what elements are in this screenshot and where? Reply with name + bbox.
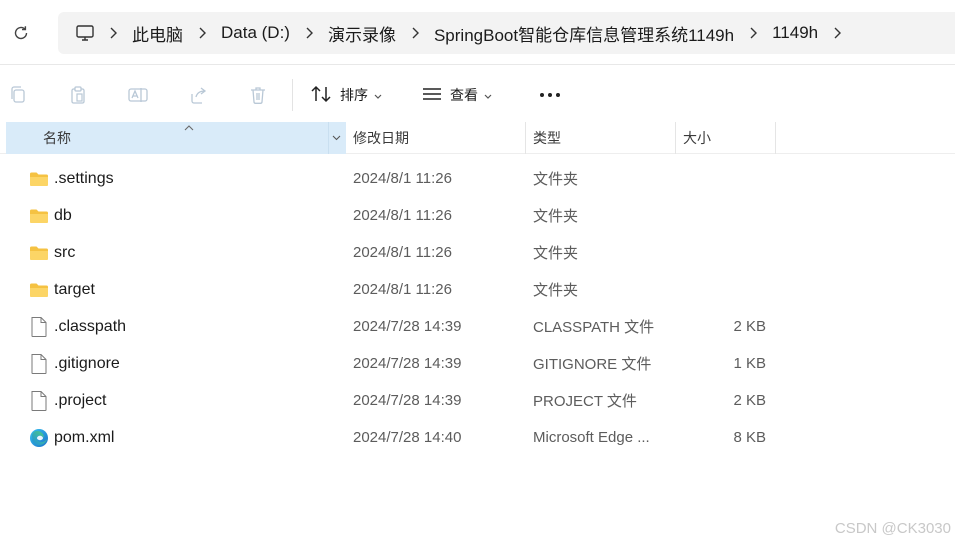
file-type: 文件夹: [533, 171, 579, 188]
column-header-type[interactable]: 类型: [533, 122, 561, 154]
chevron-right-icon[interactable]: [185, 23, 219, 43]
edge-icon: [28, 427, 50, 449]
address-bar[interactable]: 此电脑 Data (D:) 演示录像 SpringBoot智能仓库信息管理系统1…: [58, 12, 955, 54]
column-divider[interactable]: [675, 122, 676, 154]
computer-icon[interactable]: [74, 22, 96, 44]
column-header-size[interactable]: 大小: [683, 122, 711, 154]
refresh-icon[interactable]: [8, 20, 34, 46]
file-name: src: [54, 243, 76, 261]
file-icon: [28, 353, 50, 375]
file-type: 文件夹: [533, 208, 579, 225]
column-divider[interactable]: [775, 122, 776, 154]
sort-label: 排序: [340, 87, 368, 103]
breadcrumb-drive[interactable]: Data (D:): [219, 23, 292, 43]
watermark: CSDN @CK3030: [834, 520, 951, 537]
file-row[interactable]: .classpath 2024/7/28 14:39 CLASSPATH 文件 …: [0, 308, 955, 345]
chevron-down-icon: [484, 87, 492, 103]
breadcrumb-folder-1[interactable]: 演示录像: [326, 21, 398, 46]
file-type: 文件夹: [533, 245, 579, 262]
delete-icon[interactable]: [246, 83, 270, 107]
column-divider[interactable]: [525, 122, 526, 154]
file-name: db: [54, 206, 72, 224]
file-row[interactable]: .project 2024/7/28 14:39 PROJECT 文件 2 KB: [0, 382, 955, 419]
command-bar: 排序 查看: [0, 64, 955, 122]
view-label: 查看: [450, 87, 478, 103]
file-date: 2024/8/1 11:26: [353, 207, 452, 224]
chevron-right-icon[interactable]: [820, 23, 854, 43]
file-date: 2024/8/1 11:26: [353, 281, 452, 298]
more-options-icon[interactable]: [538, 85, 562, 105]
paste-icon[interactable]: [66, 83, 90, 107]
file-type: Microsoft Edge ...: [533, 429, 650, 446]
folder-icon: [28, 279, 50, 301]
file-date: 2024/7/28 14:39: [353, 392, 462, 409]
toolbar-divider: [292, 79, 293, 111]
file-type: GITIGNORE 文件: [533, 356, 652, 373]
file-name: .gitignore: [54, 354, 120, 372]
file-row[interactable]: target 2024/8/1 11:26 文件夹: [0, 271, 955, 308]
file-date: 2024/7/28 14:40: [353, 429, 462, 446]
chevron-down-icon: [374, 87, 382, 103]
file-name: .settings: [54, 169, 114, 187]
share-icon[interactable]: [186, 83, 210, 107]
file-size: 2 KB: [733, 318, 766, 335]
file-row[interactable]: .gitignore 2024/7/28 14:39 GITIGNORE 文件 …: [0, 345, 955, 382]
file-icon: [28, 316, 50, 338]
file-type: 文件夹: [533, 282, 579, 299]
sort-icon: [310, 85, 332, 106]
file-name: .classpath: [54, 317, 127, 335]
file-date: 2024/8/1 11:26: [353, 170, 452, 187]
file-date: 2024/7/28 14:39: [353, 355, 462, 372]
breadcrumb-folder-3[interactable]: 1149h: [770, 23, 820, 43]
column-header-date[interactable]: 修改日期: [353, 122, 409, 154]
copy-icon[interactable]: [6, 83, 30, 107]
file-date: 2024/7/28 14:39: [353, 318, 462, 335]
file-row[interactable]: db 2024/8/1 11:26 文件夹: [0, 197, 955, 234]
file-icon: [28, 390, 50, 412]
folder-icon: [28, 168, 50, 190]
sort-ascending-icon: [184, 122, 194, 134]
chevron-right-icon[interactable]: [96, 23, 130, 43]
view-button[interactable]: 查看: [422, 83, 492, 107]
folder-icon: [28, 242, 50, 264]
file-type: CLASSPATH 文件: [533, 319, 655, 336]
file-name: target: [54, 280, 95, 298]
sort-button[interactable]: 排序: [310, 83, 382, 107]
column-header-row: 名称 修改日期 类型 大小: [0, 122, 955, 154]
file-size: 1 KB: [733, 355, 766, 372]
chevron-right-icon[interactable]: [736, 23, 770, 43]
file-row[interactable]: pom.xml 2024/7/28 14:40 Microsoft Edge .…: [0, 419, 955, 456]
chevron-right-icon[interactable]: [398, 23, 432, 43]
folder-icon: [28, 205, 50, 227]
file-list: .settings 2024/8/1 11:26 文件夹 db 2024/8/1…: [0, 160, 955, 456]
column-filter-dropdown-icon[interactable]: [328, 122, 344, 154]
file-name: pom.xml: [54, 428, 115, 446]
file-size: 8 KB: [733, 429, 766, 446]
file-size: 2 KB: [733, 392, 766, 409]
file-name: .project: [54, 391, 107, 409]
file-row[interactable]: .settings 2024/8/1 11:26 文件夹: [0, 160, 955, 197]
chevron-right-icon[interactable]: [292, 23, 326, 43]
file-type: PROJECT 文件: [533, 393, 637, 410]
column-header-name[interactable]: 名称: [43, 122, 71, 154]
breadcrumb-this-pc[interactable]: 此电脑: [130, 21, 185, 46]
file-date: 2024/8/1 11:26: [353, 244, 452, 261]
file-row[interactable]: src 2024/8/1 11:26 文件夹: [0, 234, 955, 271]
view-list-icon: [422, 86, 442, 105]
rename-icon[interactable]: [126, 83, 150, 107]
address-bar-row: 此电脑 Data (D:) 演示录像 SpringBoot智能仓库信息管理系统1…: [0, 0, 955, 64]
breadcrumb-folder-2[interactable]: SpringBoot智能仓库信息管理系统1149h: [432, 21, 736, 46]
